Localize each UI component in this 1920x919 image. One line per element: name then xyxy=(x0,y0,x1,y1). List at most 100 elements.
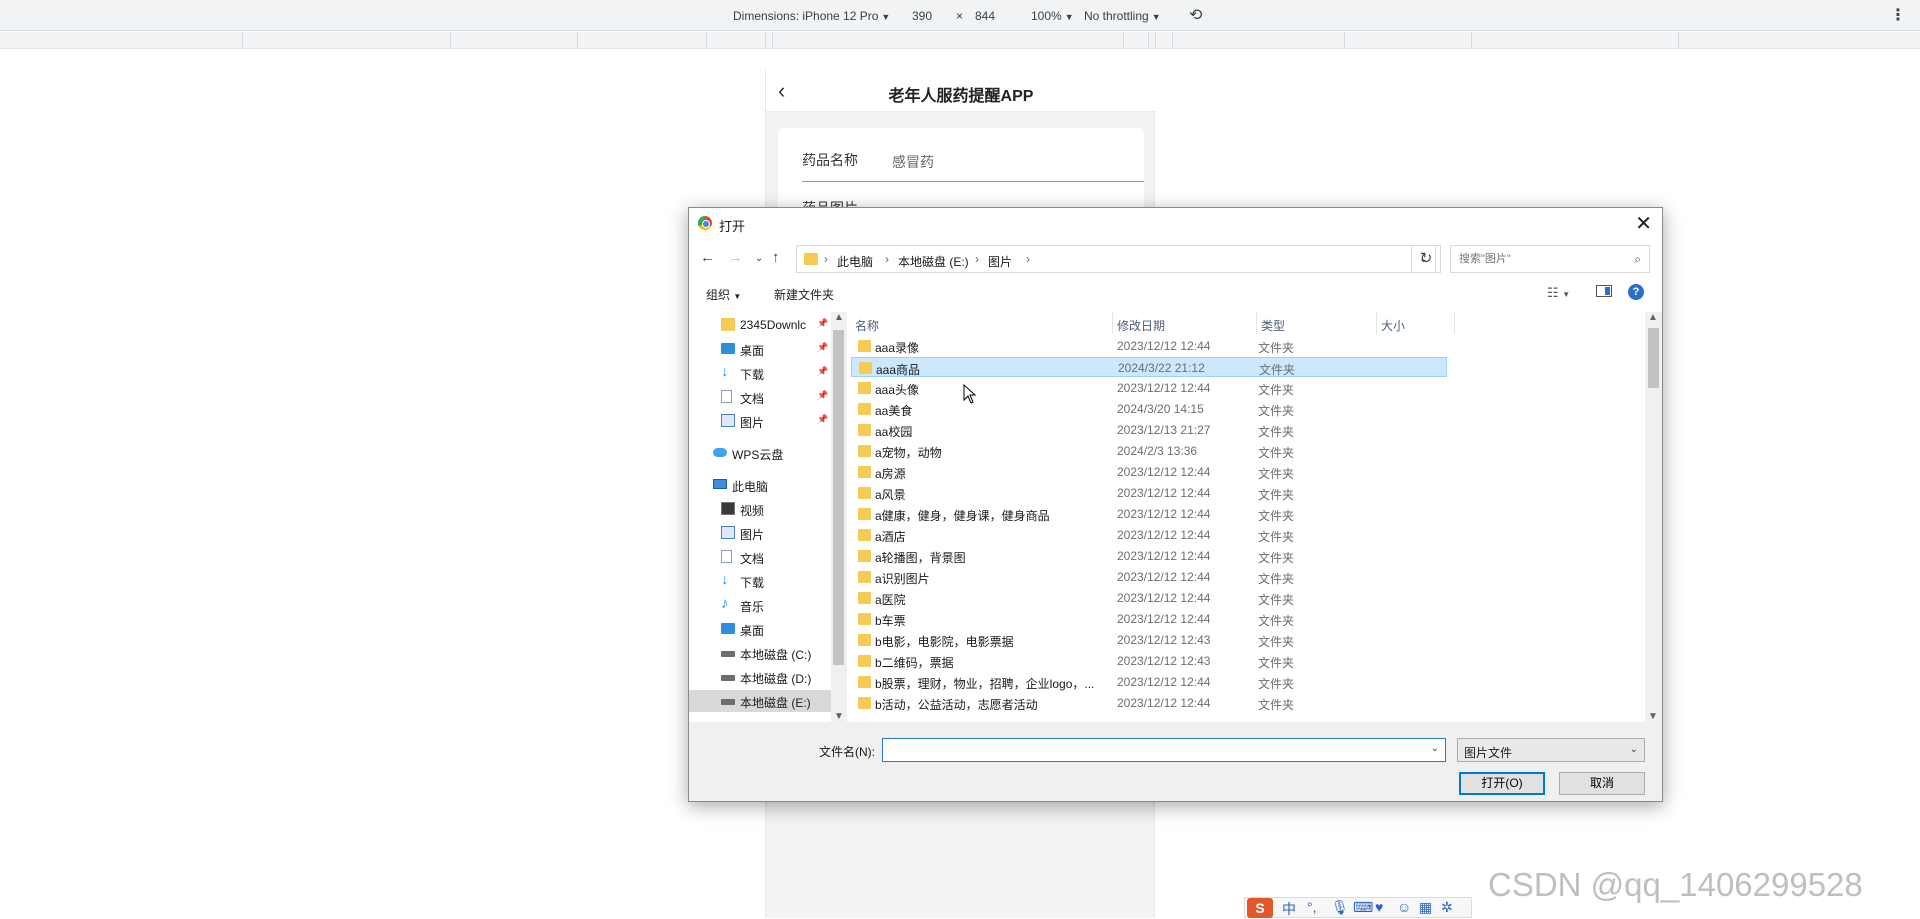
tree-item[interactable]: 文档 📌 xyxy=(689,386,832,408)
filetype-label: 图片文件 xyxy=(1464,746,1513,760)
microphone-icon[interactable]: 🎙 xyxy=(1331,899,1349,916)
scroll-up-icon[interactable]: ▲ xyxy=(1648,312,1658,323)
tree-item[interactable]: 桌面 📌 xyxy=(689,338,832,360)
medicine-name-field[interactable]: 药品名称 感冒药 xyxy=(802,148,1144,182)
file-row[interactable]: b股票，理财，物业，招聘，企业logo，... 2023/12/12 12:44 文… xyxy=(851,672,1447,692)
tree-item[interactable]: 图片 xyxy=(689,522,832,544)
tree-item[interactable]: 2345Downlc 📌 xyxy=(689,314,832,336)
recent-chevron-icon[interactable]: ⌄ xyxy=(755,253,763,264)
view-options-icon[interactable]: ☷ ▼ xyxy=(1547,285,1570,301)
breadcrumb-this-pc[interactable]: 此电脑 xyxy=(837,253,873,270)
scroll-down-icon[interactable]: ▼ xyxy=(1648,711,1658,722)
throttling-select[interactable]: No throttling ▼ xyxy=(1084,9,1161,23)
new-folder-button[interactable]: 新建文件夹 xyxy=(774,286,834,303)
more-options-icon[interactable]: ⋮ xyxy=(1890,5,1906,25)
tree-item-label: 桌面 xyxy=(740,344,765,358)
device-select[interactable]: Dimensions: iPhone 12 Pro ▼ xyxy=(733,9,890,23)
column-header-date[interactable]: 修改日期 xyxy=(1113,312,1257,334)
file-row[interactable]: a健康，健身，健身课，健身商品 2023/12/12 12:44 文件夹 xyxy=(851,504,1447,524)
address-bar[interactable]: › 此电脑 › 本地磁盘 (E:) › 图片 › ⌄ xyxy=(796,245,1436,273)
settings-gear-icon[interactable]: ✲ xyxy=(1441,899,1453,916)
file-row[interactable]: aaa头像 2023/12/12 12:44 文件夹 xyxy=(851,378,1447,398)
tree-item[interactable]: 本地磁盘 (D:) xyxy=(689,666,832,688)
punctuation-icon[interactable]: °, xyxy=(1307,899,1317,915)
file-name: a医院 xyxy=(875,593,906,607)
column-header-size[interactable]: 大小 xyxy=(1377,312,1455,334)
file-row[interactable]: b车票 2023/12/12 12:44 文件夹 xyxy=(851,609,1447,629)
file-row[interactable]: b活动，公益活动，志愿者活动 2023/12/12 12:44 文件夹 xyxy=(851,693,1447,713)
up-arrow-icon[interactable]: ↑ xyxy=(772,249,780,266)
help-icon[interactable]: ? xyxy=(1628,284,1644,300)
breadcrumb-drive-e[interactable]: 本地磁盘 (E:) xyxy=(898,253,969,270)
medicine-name-value[interactable]: 感冒药 xyxy=(892,152,934,172)
file-date: 2023/12/12 12:44 xyxy=(1117,339,1211,353)
file-row[interactable]: aaa录像 2023/12/12 12:44 文件夹 xyxy=(851,336,1447,356)
breadcrumb-pictures[interactable]: 图片 xyxy=(988,253,1012,270)
file-name: aa校园 xyxy=(875,425,913,439)
forward-arrow-icon[interactable]: → xyxy=(728,249,743,266)
emoji-icon[interactable]: ☺ xyxy=(1397,899,1411,915)
back-arrow-icon[interactable]: ← xyxy=(700,249,715,266)
sogou-logo-icon[interactable]: S xyxy=(1247,898,1273,918)
search-input[interactable] xyxy=(1451,246,1621,272)
search-box[interactable]: ⌕ xyxy=(1450,245,1650,273)
tree-item-label: 本地磁盘 (E:) xyxy=(740,696,811,710)
chevron-down-icon: ▼ xyxy=(1151,12,1161,22)
tree-scrollbar[interactable]: ▲ ▼ xyxy=(831,312,847,722)
tree-item[interactable]: 本地磁盘 (C:) xyxy=(689,642,832,664)
tree-item[interactable]: ↓ 下载 📌 xyxy=(689,362,832,384)
file-row[interactable]: a风景 2023/12/12 12:44 文件夹 xyxy=(851,483,1447,503)
tree-item[interactable]: ♪ 音乐 xyxy=(689,594,832,616)
tree-item[interactable]: 视频 xyxy=(689,498,832,520)
file-type: 文件夹 xyxy=(1258,530,1295,544)
open-button[interactable]: 打开(O) xyxy=(1459,772,1545,795)
tree-item[interactable]: 文档 xyxy=(689,546,832,568)
close-icon[interactable]: ✕ xyxy=(1635,211,1652,236)
file-row[interactable]: aa校园 2023/12/13 21:27 文件夹 xyxy=(851,420,1447,440)
file-row[interactable]: b二维码，票据 2023/12/12 12:43 文件夹 xyxy=(851,651,1447,671)
tree-item[interactable]: 图片 📌 xyxy=(689,410,832,432)
file-row[interactable]: a医院 2023/12/12 12:44 文件夹 xyxy=(851,588,1447,608)
scroll-up-icon[interactable]: ▲ xyxy=(834,312,844,323)
tree-item[interactable]: 本地磁盘 (E:) xyxy=(689,690,832,712)
chevron-down-icon[interactable]: ⌄ xyxy=(1431,743,1439,754)
ime-toolbar: S 中 °, 🎙 ⌨ ♥ ☺ ▦ ✲ xyxy=(1244,897,1472,918)
filename-input[interactable] xyxy=(883,739,1423,761)
toolbox-icon[interactable]: ▦ xyxy=(1419,899,1432,916)
rotate-icon[interactable]: ⟲ xyxy=(1189,5,1202,25)
file-row[interactable]: a房源 2023/12/12 12:44 文件夹 xyxy=(851,462,1447,482)
scroll-thumb[interactable] xyxy=(833,330,844,665)
tree-item[interactable]: 桌面 xyxy=(689,618,832,640)
file-row[interactable]: a宠物，动物 2024/2/3 13:36 文件夹 xyxy=(851,441,1447,461)
organize-button[interactable]: 组织 ▼ xyxy=(706,286,741,303)
tree-item[interactable]: ↓ 下载 xyxy=(689,570,832,592)
scroll-down-icon[interactable]: ▼ xyxy=(834,711,844,722)
file-row[interactable]: a酒店 2023/12/12 12:44 文件夹 xyxy=(851,525,1447,545)
file-list-scrollbar[interactable]: ▲ ▼ xyxy=(1645,312,1662,722)
folder-icon xyxy=(804,253,818,265)
open-file-dialog: 打开 ✕ ← → ⌄ ↑ › 此电脑 › 本地磁盘 (E:) › 图片 › ⌄ … xyxy=(688,207,1663,802)
column-header-name[interactable]: 名称 xyxy=(851,312,1113,334)
file-row[interactable]: a识别图片 2023/12/12 12:44 文件夹 xyxy=(851,567,1447,587)
file-row[interactable]: a轮播图，背景图 2023/12/12 12:44 文件夹 xyxy=(851,546,1447,566)
height-input[interactable]: 844 xyxy=(975,9,995,23)
scroll-thumb[interactable] xyxy=(1648,328,1659,388)
refresh-icon[interactable]: ↻ xyxy=(1411,245,1441,273)
width-input[interactable]: 390 xyxy=(912,9,932,23)
tree-item[interactable]: WPS云盘 xyxy=(689,442,832,464)
ime-mode[interactable]: 中 xyxy=(1282,899,1296,919)
tree-item[interactable]: 此电脑 xyxy=(689,474,832,496)
file-row[interactable]: aa美食 2024/3/20 14:15 文件夹 xyxy=(851,399,1447,419)
zoom-select[interactable]: 100% ▼ xyxy=(1031,9,1074,23)
column-header-type[interactable]: 类型 xyxy=(1257,312,1377,334)
file-date: 2023/12/12 12:44 xyxy=(1117,381,1211,395)
filename-field[interactable]: ⌄ xyxy=(882,738,1446,762)
file-row[interactable]: b电影，电影院，电影票据 2023/12/12 12:43 文件夹 xyxy=(851,630,1447,650)
file-row[interactable]: aaa商品 2024/3/22 21:12 文件夹 xyxy=(851,357,1447,377)
keyboard-icon[interactable]: ⌨ xyxy=(1353,899,1373,916)
skin-icon[interactable]: ♥ xyxy=(1375,899,1383,915)
preview-pane-icon[interactable] xyxy=(1596,285,1612,297)
search-icon[interactable]: ⌕ xyxy=(1634,252,1641,267)
cancel-button[interactable]: 取消 xyxy=(1559,772,1645,795)
filetype-select[interactable]: 图片文件 ⌄ xyxy=(1457,738,1645,762)
